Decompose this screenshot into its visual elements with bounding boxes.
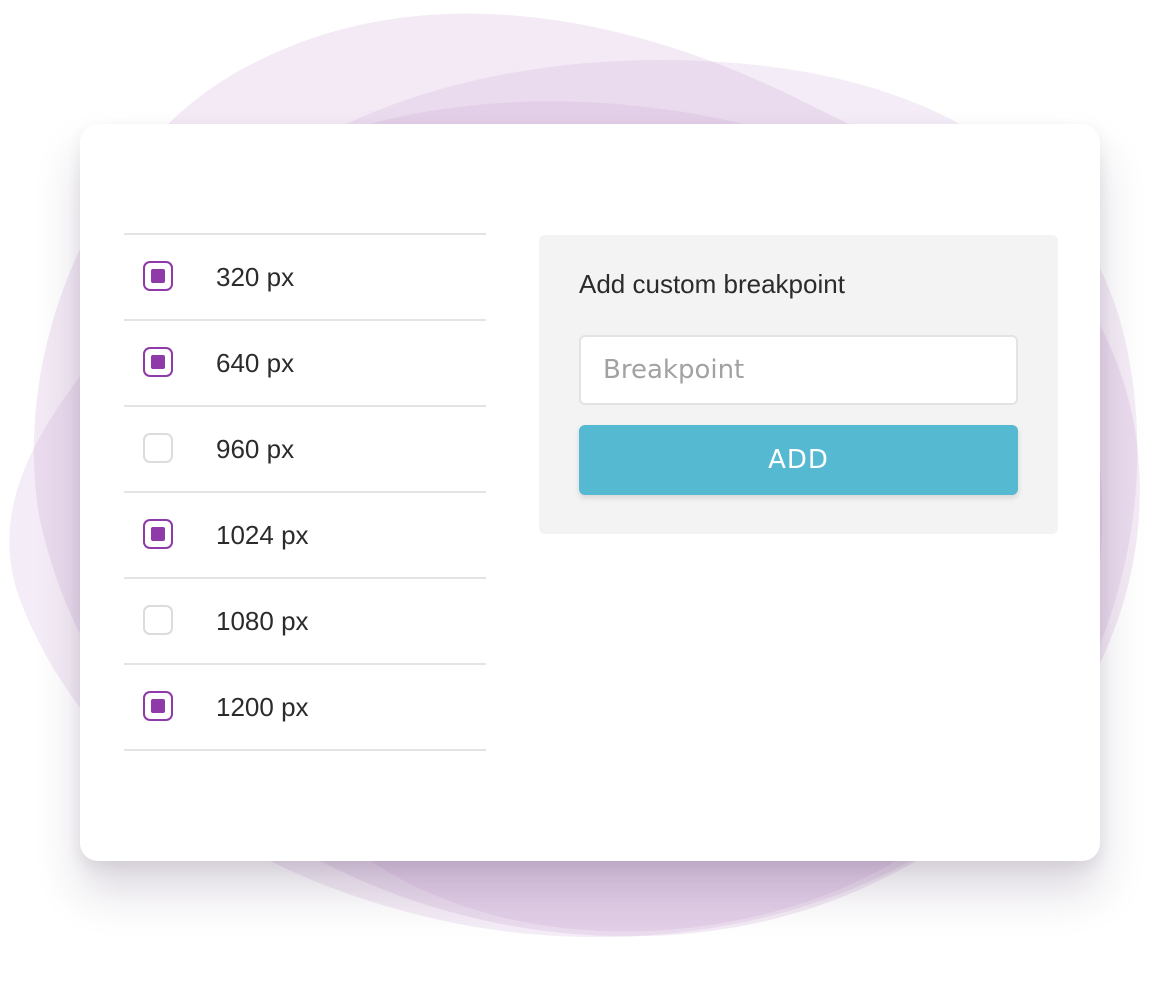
breakpoint-checkbox[interactable] [143,691,173,721]
breakpoint-checkbox[interactable] [143,347,173,377]
breakpoint-label: 1200 px [216,692,309,722]
breakpoint-row[interactable]: 1080 px [124,579,486,665]
breakpoints-card: 320 px 640 px 960 px 1024 px 1080 px 120… [80,124,1100,861]
illustration-stage: 320 px 640 px 960 px 1024 px 1080 px 120… [0,0,1170,982]
breakpoint-row[interactable]: 1200 px [124,665,486,751]
panel-title: Add custom breakpoint [579,269,845,299]
breakpoint-label: 1024 px [216,520,309,550]
breakpoint-checkbox[interactable] [143,433,173,463]
breakpoint-row[interactable]: 960 px [124,407,486,493]
breakpoint-checkbox[interactable] [143,605,173,635]
custom-breakpoint-panel: Add custom breakpoint ADD [539,235,1058,534]
breakpoint-input[interactable] [579,335,1018,405]
breakpoint-checkbox[interactable] [143,519,173,549]
breakpoint-label: 320 px [216,262,295,292]
add-button[interactable]: ADD [579,425,1018,495]
breakpoint-checkbox[interactable] [143,261,173,291]
breakpoint-label: 640 px [216,348,295,378]
breakpoint-row[interactable]: 640 px [124,321,486,407]
breakpoint-label: 1080 px [216,606,309,636]
breakpoint-label: 960 px [216,434,295,464]
breakpoint-row[interactable]: 1024 px [124,493,486,579]
breakpoint-row[interactable]: 320 px [124,235,486,321]
breakpoint-list: 320 px 640 px 960 px 1024 px 1080 px 120… [124,233,486,751]
